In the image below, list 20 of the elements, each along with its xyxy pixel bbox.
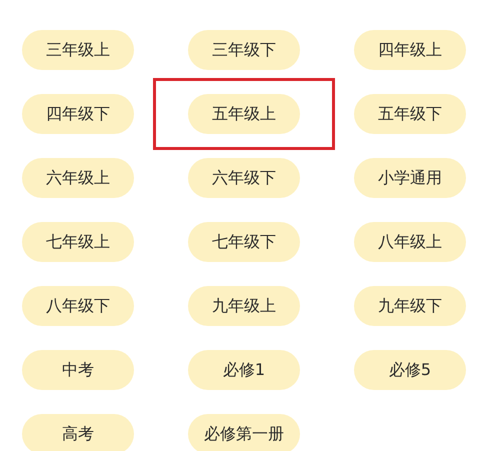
grade-button[interactable]: 中考 <box>22 350 134 390</box>
grade-button[interactable]: 小学通用 <box>354 158 466 198</box>
grade-button[interactable]: 必修第一册 <box>188 414 300 451</box>
grade-button[interactable]: 九年级下 <box>354 286 466 326</box>
grade-button[interactable]: 八年级上 <box>354 222 466 262</box>
grade-button[interactable]: 高考 <box>22 414 134 451</box>
grade-button[interactable]: 四年级下 <box>22 94 134 134</box>
grade-button[interactable]: 五年级下 <box>354 94 466 134</box>
grade-button[interactable]: 必修1 <box>188 350 300 390</box>
grade-button[interactable]: 三年级上 <box>22 30 134 70</box>
grade-button[interactable]: 七年级上 <box>22 222 134 262</box>
grade-button[interactable]: 四年级上 <box>354 30 466 70</box>
grade-button[interactable]: 七年级下 <box>188 222 300 262</box>
grade-button[interactable]: 五年级上 <box>188 94 300 134</box>
grade-button[interactable]: 必修5 <box>354 350 466 390</box>
grade-button[interactable]: 六年级下 <box>188 158 300 198</box>
grade-button[interactable]: 八年级下 <box>22 286 134 326</box>
grade-button[interactable]: 六年级上 <box>22 158 134 198</box>
grade-button[interactable]: 九年级上 <box>188 286 300 326</box>
grade-button[interactable]: 三年级下 <box>188 30 300 70</box>
